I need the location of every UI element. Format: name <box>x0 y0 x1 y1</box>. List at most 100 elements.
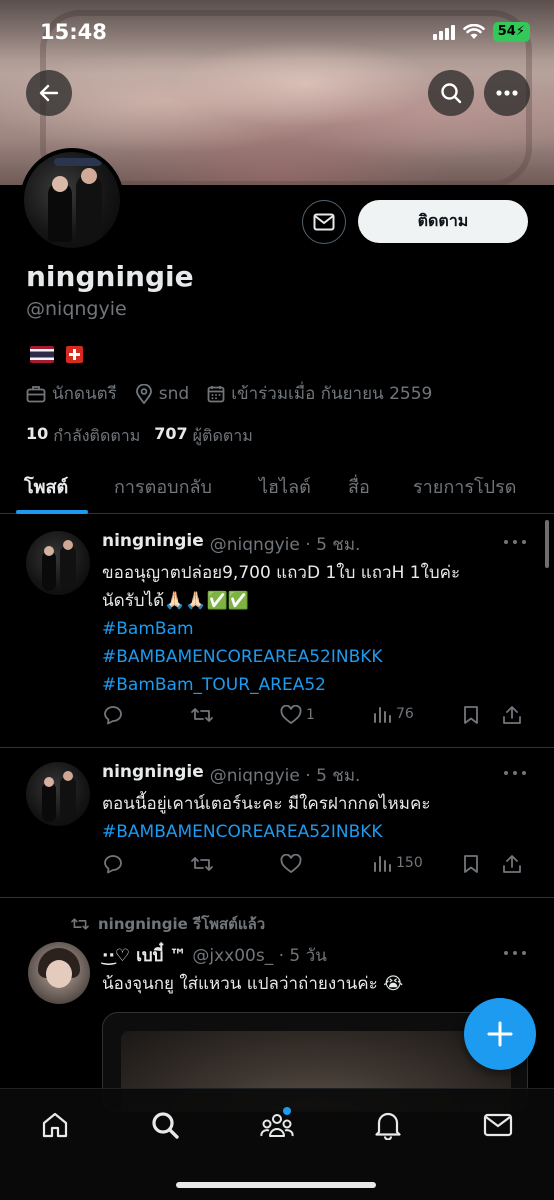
tab-highlights[interactable]: ไฮไลต์ <box>259 472 311 501</box>
location-text: snd <box>158 383 190 404</box>
arrow-left-icon <box>39 84 59 102</box>
more-horizontal-icon <box>496 90 518 96</box>
post-avatar[interactable] <box>26 531 90 595</box>
reply-icon <box>104 706 122 725</box>
post-more-icon[interactable] <box>504 771 526 777</box>
post[interactable]: ningningie @niqngyie · 5 ชม. ตอนนี้อยู่เ… <box>0 748 554 898</box>
like-count: 1 <box>306 707 315 723</box>
reply-button[interactable] <box>102 854 124 874</box>
plus-icon <box>487 1021 513 1047</box>
bell-icon <box>375 1112 401 1140</box>
post-author-name[interactable]: ningningie <box>102 531 204 558</box>
signal-icon <box>432 24 455 40</box>
search-icon <box>441 83 462 104</box>
post[interactable]: ningningie @niqngyie · 5 ชม. ขออนุญาตปล่… <box>0 515 554 748</box>
share-icon <box>503 706 521 724</box>
following-count: 10 <box>26 424 49 443</box>
tab-replies[interactable]: การตอบกลับ <box>114 472 212 501</box>
post-more-icon[interactable] <box>504 951 526 957</box>
hashtag-link[interactable]: #BAMBAMENCOREAREA52INBKK <box>102 818 532 846</box>
battery-indicator: 54⚡ <box>492 22 530 42</box>
message-button[interactable] <box>302 200 346 244</box>
post-more-icon[interactable] <box>504 540 526 546</box>
views-chart-icon <box>374 856 391 872</box>
reply-icon <box>104 855 122 874</box>
profile-avatar[interactable] <box>20 148 124 252</box>
compose-button[interactable] <box>464 998 536 1070</box>
post-text-line: นัดรับได้🙏🏻🙏🏻✅✅ <box>102 591 249 611</box>
heart-icon <box>280 705 302 725</box>
share-button[interactable] <box>502 705 522 725</box>
status-icons: 54⚡ <box>432 22 530 42</box>
post-text: ขออนุญาตปล่อย9,700 แถวD 1ใบ แถวH 1ใบค่ะ … <box>102 559 532 699</box>
tab-media[interactable]: สื่อ <box>348 472 370 501</box>
share-button[interactable] <box>502 854 522 874</box>
like-button[interactable]: 1 <box>280 705 315 725</box>
switzerland-flag-icon <box>66 346 83 363</box>
profile-meta: นักดนตรี snd เข้าร่วมเมื่อ กันยายน 2559 <box>26 380 450 407</box>
following-label: กำลังติดตาม <box>53 426 141 445</box>
back-button[interactable] <box>26 70 72 116</box>
display-name: ningningie <box>26 260 194 293</box>
following-link[interactable]: 10 กำลังติดตาม <box>26 424 140 449</box>
followers-label: ผู้ติดตาม <box>192 426 253 445</box>
calendar-icon <box>207 385 225 402</box>
repost-button[interactable] <box>190 854 214 874</box>
views-button[interactable]: 150 <box>372 854 423 872</box>
location-pin-icon <box>135 383 152 404</box>
view-count: 76 <box>396 706 414 722</box>
post-text-line: ตอนนี้อยู่เคาน์เตอร์นะคะ มีใครฝากกดไหมคะ <box>102 794 431 814</box>
repost-indicator: ningningie รีโพสต์แล้ว <box>70 912 265 936</box>
post-text: ตอนนี้อยู่เคาน์เตอร์นะคะ มีใครฝากกดไหมคะ… <box>102 790 532 846</box>
view-count: 150 <box>396 855 423 871</box>
nav-search[interactable] <box>147 1107 183 1143</box>
status-time: 15:48 <box>40 20 107 44</box>
post-text-line: น้องจุนกยู ใส่แหวน แปลว่าถ่ายงานค่ะ 😭 <box>102 974 404 994</box>
bookmark-button[interactable] <box>462 705 480 725</box>
thailand-flag-icon <box>30 346 54 363</box>
hashtag-link[interactable]: #BamBam <box>102 615 532 643</box>
profile-tabs: โพสต์ การตอบกลับ ไฮไลต์ สื่อ รายการโปรด <box>0 462 554 514</box>
nav-home[interactable] <box>37 1107 73 1143</box>
bookmark-button[interactable] <box>462 854 480 874</box>
post-meta: @niqngyie · 5 ชม. <box>209 535 361 555</box>
post-header: ·͜·♡ เบบี๋ ™ @jxx00s_ · 5 วัน <box>102 942 327 969</box>
hashtag-link[interactable]: #BAMBAMENCOREAREA52INBKK <box>102 643 532 671</box>
post-avatar[interactable] <box>26 762 90 826</box>
share-icon <box>503 855 521 873</box>
heart-icon <box>280 854 302 874</box>
views-button[interactable]: 76 <box>372 705 414 723</box>
repost-icon <box>191 708 213 722</box>
envelope-icon <box>313 213 335 231</box>
tab-likes[interactable]: รายการโปรด <box>413 472 516 501</box>
post-text-line: ขออนุญาตปล่อย9,700 แถวD 1ใบ แถวH 1ใบค่ะ <box>102 563 461 583</box>
post-meta: @niqngyie · 5 ชม. <box>209 766 361 786</box>
post-text: น้องจุนกยู ใส่แหวน แปลว่าถ่ายงานค่ะ 😭 <box>102 970 532 998</box>
profession-text: นักดนตรี <box>52 384 117 404</box>
nav-messages[interactable] <box>480 1107 516 1143</box>
repost-icon <box>191 857 213 871</box>
home-indicator[interactable] <box>176 1182 376 1188</box>
followers-link[interactable]: 707 ผู้ติดตาม <box>154 424 252 449</box>
home-icon <box>42 1112 68 1138</box>
like-button[interactable] <box>280 854 306 874</box>
notification-dot <box>283 1107 291 1115</box>
post-author-name[interactable]: ningningie <box>102 762 204 789</box>
joined-date: เข้าร่วมเมื่อ กันยายน 2559 <box>231 384 433 404</box>
nav-communities[interactable] <box>259 1107 295 1143</box>
post-header: ningningie @niqngyie · 5 ชม. <box>102 531 360 558</box>
status-bar: 15:48 54⚡ <box>0 0 554 60</box>
post-author-name[interactable]: ·͜·♡ เบบี๋ ™ <box>102 942 186 969</box>
post-meta: @jxx00s_ · 5 วัน <box>192 946 327 966</box>
follow-button[interactable]: ติดตาม <box>358 200 528 243</box>
post-avatar[interactable] <box>28 942 90 1004</box>
nav-notifications[interactable] <box>370 1107 406 1143</box>
tab-posts[interactable]: โพสต์ <box>24 472 68 501</box>
hashtag-link[interactable]: #BamBam_TOUR_AREA52 <box>102 671 532 699</box>
search-icon <box>152 1112 179 1139</box>
reply-button[interactable] <box>102 705 124 725</box>
repost-label: ningningie รีโพสต์แล้ว <box>98 915 266 933</box>
more-options-button[interactable] <box>484 70 530 116</box>
search-button[interactable] <box>428 70 474 116</box>
repost-button[interactable] <box>190 705 214 725</box>
